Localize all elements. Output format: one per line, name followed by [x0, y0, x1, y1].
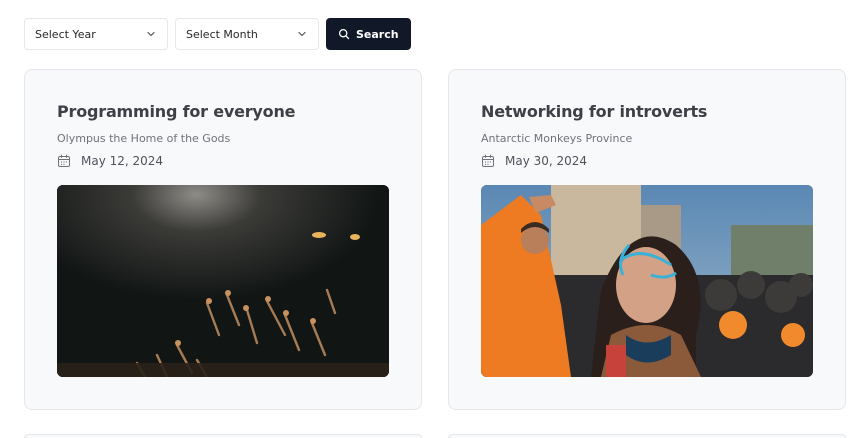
event-date-text: May 30, 2024 — [505, 154, 588, 168]
chevron-down-icon — [298, 31, 306, 37]
event-date: May 12, 2024 — [57, 154, 163, 168]
event-title[interactable]: Programming for everyone — [57, 102, 295, 121]
event-card-partial — [448, 434, 846, 438]
event-title[interactable]: Networking for introverts — [481, 102, 707, 121]
event-date: May 30, 2024 — [481, 154, 587, 168]
event-card-partial — [24, 434, 422, 438]
festival-crowd-image[interactable] — [481, 185, 813, 377]
select-month-dropdown[interactable]: Select Month — [175, 18, 319, 50]
calendar-icon — [58, 154, 70, 167]
event-date-text: May 12, 2024 — [81, 154, 164, 168]
select-year-dropdown[interactable]: Select Year — [24, 18, 168, 50]
event-card[interactable]: Networking for introverts Antarctic Monk… — [448, 69, 846, 410]
event-card[interactable]: Programming for everyone Olympus the Hom… — [24, 69, 422, 410]
chevron-down-icon — [147, 31, 155, 37]
search-icon — [338, 28, 350, 40]
event-location: Olympus the Home of the Gods — [57, 132, 231, 145]
select-month-label: Select Month — [186, 27, 258, 41]
calendar-icon — [482, 154, 494, 167]
event-location: Antarctic Monkeys Province — [481, 132, 633, 145]
search-button[interactable]: Search — [326, 18, 411, 50]
concert-crowd-image[interactable] — [57, 185, 389, 377]
event-filters: Select Year Select Month Search — [24, 18, 411, 50]
select-year-label: Select Year — [35, 27, 96, 41]
search-button-label: Search — [356, 27, 399, 41]
